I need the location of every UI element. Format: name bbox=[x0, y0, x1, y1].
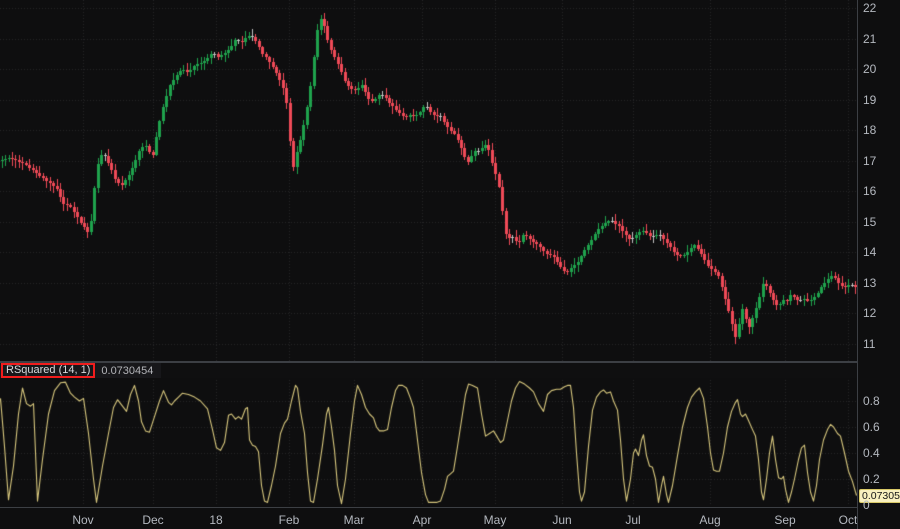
price-tick-label: 13 bbox=[863, 276, 876, 290]
price-tick-label: 19 bbox=[863, 93, 876, 107]
indicator-tick-label: 0.2 bbox=[863, 472, 880, 486]
time-tick-label: Sep bbox=[774, 513, 795, 527]
price-tick-label: 20 bbox=[863, 62, 876, 76]
price-tick-label: 21 bbox=[863, 32, 876, 46]
indicator-chart-canvas[interactable] bbox=[0, 363, 857, 507]
time-tick-label: May bbox=[484, 513, 507, 527]
price-tick-label: 14 bbox=[863, 245, 876, 259]
time-tick-label: Nov bbox=[72, 513, 93, 527]
time-tick-label: 18 bbox=[209, 513, 222, 527]
time-tick-label: Dec bbox=[142, 513, 163, 527]
time-tick-label: Feb bbox=[279, 513, 300, 527]
time-tick-label: Oct bbox=[839, 513, 858, 527]
indicator-tick-label: 0 bbox=[863, 498, 870, 512]
time-tick-label: Jun bbox=[552, 513, 571, 527]
time-tick-label: Aug bbox=[699, 513, 720, 527]
time-tick-label: Apr bbox=[413, 513, 432, 527]
price-tick-label: 18 bbox=[863, 123, 876, 137]
price-tick-label: 11 bbox=[863, 337, 875, 351]
price-tick-label: 15 bbox=[863, 215, 876, 229]
indicator-tick-label: 0.4 bbox=[863, 446, 880, 460]
price-tick-label: 22 bbox=[863, 1, 876, 15]
price-tick-label: 16 bbox=[863, 184, 876, 198]
indicator-tick-label: 0.8 bbox=[863, 394, 880, 408]
indicator-legend: RSquared (14, 1) 0.0730454 bbox=[0, 363, 161, 378]
time-tick-label: Jul bbox=[625, 513, 640, 527]
price-tick-label: 17 bbox=[863, 154, 876, 168]
time-tick-label: Mar bbox=[344, 513, 365, 527]
price-tick-label: 12 bbox=[863, 306, 876, 320]
indicator-label-chip[interactable]: RSquared (14, 1) bbox=[1, 363, 95, 378]
trading-chart-app: RSquared (14, 1) 0.0730454 Nov Dec 18 Feb Ma… bbox=[0, 0, 900, 529]
time-axis[interactable]: Nov Dec 18 Feb Mar Apr May Jun Jul Aug Sep Oct bbox=[0, 507, 900, 529]
indicator-tick-label: 0.6 bbox=[863, 420, 880, 434]
price-axis[interactable]: 0.07305 2221201918171615141312110.80.60.… bbox=[857, 0, 900, 529]
indicator-value: 0.0730454 bbox=[101, 365, 153, 377]
indicator-header: RSquared (14, 1) 0.0730454 bbox=[0, 363, 857, 378]
price-chart-canvas[interactable] bbox=[0, 0, 857, 361]
